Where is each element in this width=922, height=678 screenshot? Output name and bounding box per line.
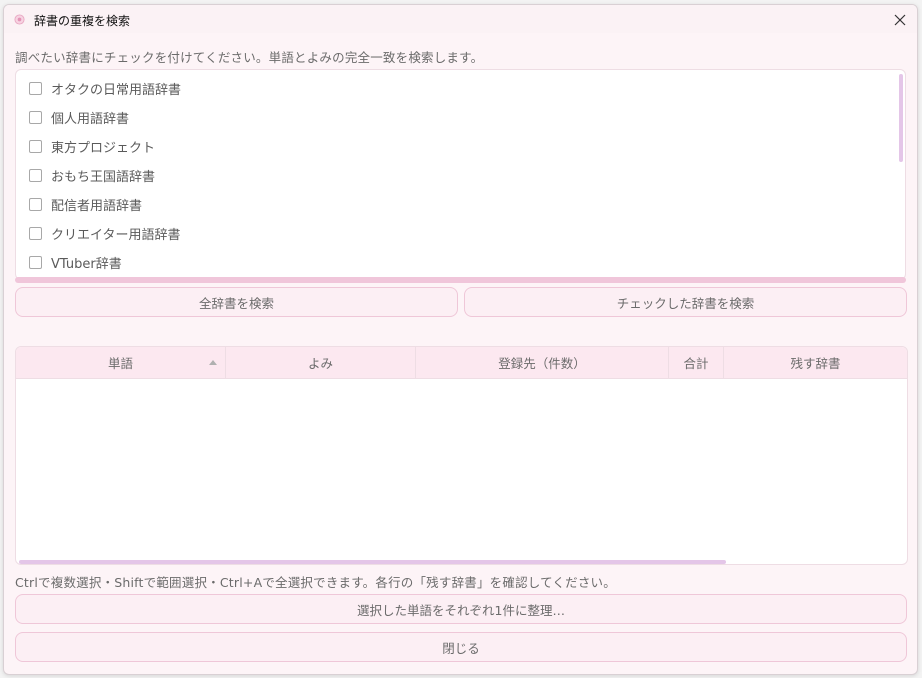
list-vertical-scrollbar[interactable]: [899, 74, 903, 162]
sort-ascending-icon: [209, 360, 217, 365]
close-window-button[interactable]: [889, 9, 911, 31]
dictionary-item-touhou[interactable]: 東方プロジェクト: [29, 136, 155, 156]
instruction-text: 調べたい辞書にチェックを付けてください。単語とよみの完全一致を検索します。: [15, 50, 484, 65]
app-flower-icon: [14, 14, 25, 25]
checkbox[interactable]: [29, 139, 42, 153]
window-title: 辞書の重複を検索: [34, 14, 131, 28]
column-header-label: 合計: [683, 356, 709, 371]
column-header-total[interactable]: 合計: [669, 347, 724, 378]
checkbox[interactable]: [29, 226, 42, 240]
dictionary-checklist[interactable]: オタクの日常用語辞書 個人用語辞書 東方プロジェクト おもち王国語辞書 配信者用…: [15, 69, 906, 280]
dictionary-item-vtuber[interactable]: VTuber辞書: [29, 252, 122, 272]
close-icon: [894, 14, 906, 26]
dictionary-item-omochi[interactable]: おもち王国語辞書: [29, 165, 155, 185]
column-header-label: よみ: [307, 356, 333, 371]
column-header-label: 残す辞書: [790, 356, 841, 371]
dictionary-label: 配信者用語辞書: [51, 198, 143, 214]
close-button[interactable]: 閉じる: [15, 632, 907, 662]
column-header-keep[interactable]: 残す辞書: [724, 347, 907, 378]
list-horizontal-scrollbar[interactable]: [15, 277, 906, 283]
checkbox[interactable]: [29, 110, 42, 124]
dictionary-label: VTuber辞書: [51, 256, 122, 272]
table-header: 単語 よみ 登録先（件数） 合計 残す辞書: [16, 347, 907, 379]
dictionary-label: 東方プロジェクト: [51, 140, 156, 156]
dictionary-item-creator[interactable]: クリエイター用語辞書: [29, 223, 180, 243]
search-all-button[interactable]: 全辞書を検索: [15, 287, 458, 317]
dictionary-label: オタクの日常用語辞書: [51, 82, 182, 98]
title-bar: 辞書の重複を検索: [4, 5, 917, 33]
dictionary-item-personal[interactable]: 個人用語辞書: [29, 107, 129, 127]
checkbox[interactable]: [29, 255, 42, 269]
duplicates-table[interactable]: 単語 よみ 登録先（件数） 合計 残す辞書: [15, 346, 908, 565]
dictionary-item-streamer[interactable]: 配信者用語辞書: [29, 194, 142, 214]
duplicate-search-window: 辞書の重複を検索 調べたい辞書にチェックを付けてください。単語とよみの完全一致を…: [3, 4, 918, 675]
dictionary-label: クリエイター用語辞書: [51, 227, 181, 243]
dictionary-item-otaku[interactable]: オタクの日常用語辞書: [29, 78, 181, 98]
checkbox[interactable]: [29, 81, 42, 95]
column-header-reading[interactable]: よみ: [226, 347, 416, 378]
selection-hint-text: Ctrlで複数選択・Shiftで範囲選択・Ctrl+Aで全選択できます。各行の「…: [15, 575, 616, 590]
column-header-label: 単語: [107, 356, 133, 371]
table-horizontal-scrollbar[interactable]: [19, 560, 726, 564]
checkbox[interactable]: [29, 168, 42, 182]
dictionary-label: 個人用語辞書: [51, 111, 130, 127]
dictionary-label: おもち王国語辞書: [51, 169, 156, 185]
column-header-word[interactable]: 単語: [16, 347, 226, 378]
column-header-registered[interactable]: 登録先（件数）: [416, 347, 669, 378]
checkbox[interactable]: [29, 197, 42, 211]
column-header-label: 登録先（件数）: [498, 356, 586, 371]
organize-selected-button[interactable]: 選択した単語をそれぞれ1件に整理…: [15, 594, 907, 624]
search-checked-button[interactable]: チェックした辞書を検索: [464, 287, 907, 317]
